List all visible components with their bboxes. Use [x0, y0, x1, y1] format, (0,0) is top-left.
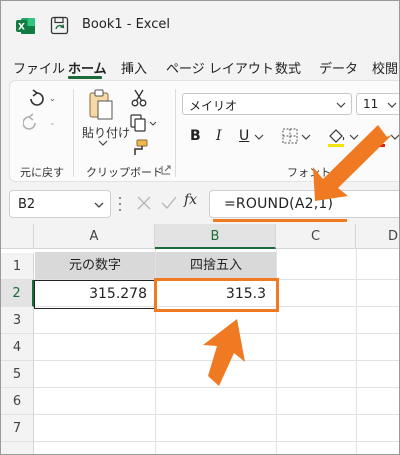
annotation-arrow-cell-icon: [203, 319, 245, 386]
excel-window: X Book1 - Excel ファイル ホーム 挿入 ページ レイアウト 数式…: [0, 0, 400, 455]
